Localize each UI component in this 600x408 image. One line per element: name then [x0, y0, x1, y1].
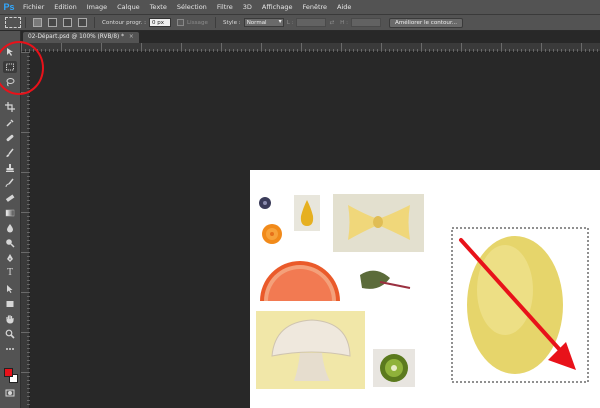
antialias-checkbox[interactable]: [177, 19, 185, 26]
document-canvas[interactable]: [250, 170, 600, 408]
hand-tool-icon[interactable]: [3, 313, 17, 325]
subtract-from-selection-icon[interactable]: [63, 18, 72, 27]
document-tab-bar: 02-Départ.psd @ 100% (RVB/8) * ×: [21, 31, 600, 43]
blur-tool-icon[interactable]: [3, 222, 17, 234]
add-to-selection-icon[interactable]: [48, 18, 57, 27]
clone-stamp-tool-icon[interactable]: [3, 162, 17, 174]
antialias-label: Lissage: [187, 19, 208, 26]
current-tool-preset-icon[interactable]: [5, 17, 21, 28]
menu-fichier[interactable]: Fichier: [18, 3, 49, 11]
photoshop-logo-icon: Ps: [3, 2, 15, 12]
vertical-ruler[interactable]: [21, 52, 30, 408]
feather-label: Contour progr. :: [102, 19, 147, 26]
intersect-selection-icon[interactable]: [78, 18, 87, 27]
eyedropper-tool-icon[interactable]: [3, 117, 17, 129]
chard-leaf-image: [360, 270, 411, 289]
more-tools-icon[interactable]: [3, 343, 17, 355]
height-label: H :: [340, 19, 349, 26]
brush-tool-icon[interactable]: [3, 147, 17, 159]
height-input[interactable]: [351, 18, 382, 27]
menu-image[interactable]: Image: [82, 3, 112, 11]
swap-icon[interactable]: ⇄: [329, 20, 334, 26]
menu-fenetre[interactable]: Fenêtre: [297, 3, 332, 11]
menu-affichage[interactable]: Affichage: [257, 3, 298, 11]
close-tab-icon[interactable]: ×: [129, 34, 134, 40]
width-label: L :: [286, 19, 294, 26]
gradient-tool-icon[interactable]: [3, 207, 17, 219]
foreground-color-swatch[interactable]: [4, 368, 13, 377]
menu-aide[interactable]: Aide: [332, 3, 356, 11]
feather-input[interactable]: 0 px: [149, 18, 172, 27]
grapefruit-half-image: [260, 261, 340, 301]
menu-texte[interactable]: Texte: [145, 3, 172, 11]
eraser-tool-icon[interactable]: [3, 192, 17, 204]
menu-calque[interactable]: Calque: [112, 3, 145, 11]
zoom-tool-icon[interactable]: [3, 328, 17, 340]
crop-tool-icon[interactable]: [3, 101, 17, 113]
width-input[interactable]: [296, 18, 327, 27]
document-tab[interactable]: 02-Départ.psd @ 100% (RVB/8) * ×: [23, 32, 139, 43]
blueberry-image: [259, 197, 271, 209]
annotation-circle: [0, 41, 44, 95]
menu-3d[interactable]: 3D: [238, 3, 257, 11]
healing-brush-tool-icon[interactable]: [3, 132, 17, 144]
carrot-slice-image: [262, 224, 282, 244]
type-tool-icon[interactable]: T: [3, 267, 17, 279]
menu-bar: Ps Fichier Edition Image Calque Texte Sé…: [0, 0, 600, 14]
canvas-artwork: [256, 194, 589, 389]
type-tool-glyph: T: [6, 267, 14, 278]
dodge-tool-icon[interactable]: [3, 237, 17, 249]
rectangle-tool-icon[interactable]: [3, 298, 17, 310]
path-selection-tool-icon[interactable]: [3, 283, 17, 295]
menu-filtre[interactable]: Filtre: [212, 3, 238, 11]
document-modified-marker: *: [121, 34, 125, 40]
options-bar: Contour progr. : 0 px Lissage Style : No…: [0, 14, 600, 31]
history-brush-tool-icon[interactable]: [3, 177, 17, 189]
melon-image: [467, 236, 563, 374]
options-divider: [214, 17, 216, 28]
style-select[interactable]: Normal: [243, 18, 284, 27]
style-label: Style :: [222, 19, 241, 26]
quick-mask-icon[interactable]: [3, 387, 17, 399]
options-divider: [94, 17, 95, 28]
new-selection-icon[interactable]: [33, 18, 42, 27]
pen-tool-icon[interactable]: [3, 252, 17, 264]
vertical-ruler-ticks: [21, 52, 30, 405]
document-tab-title: 02-Départ.psd @ 100% (RVB/8): [28, 34, 120, 40]
menu-selection[interactable]: Sélection: [172, 3, 212, 11]
yellow-pear-image: [294, 195, 320, 231]
kiwi-slice-image: [373, 349, 415, 387]
menu-edition[interactable]: Edition: [49, 3, 82, 11]
mushroom-image: [256, 311, 365, 389]
options-divider: [25, 17, 26, 28]
refine-edge-button[interactable]: Améliorer le contour...: [389, 17, 464, 28]
horizontal-ruler[interactable]: [21, 43, 600, 52]
horizontal-ruler-ticks: [21, 43, 598, 52]
farfalle-pasta-image: [333, 194, 424, 252]
